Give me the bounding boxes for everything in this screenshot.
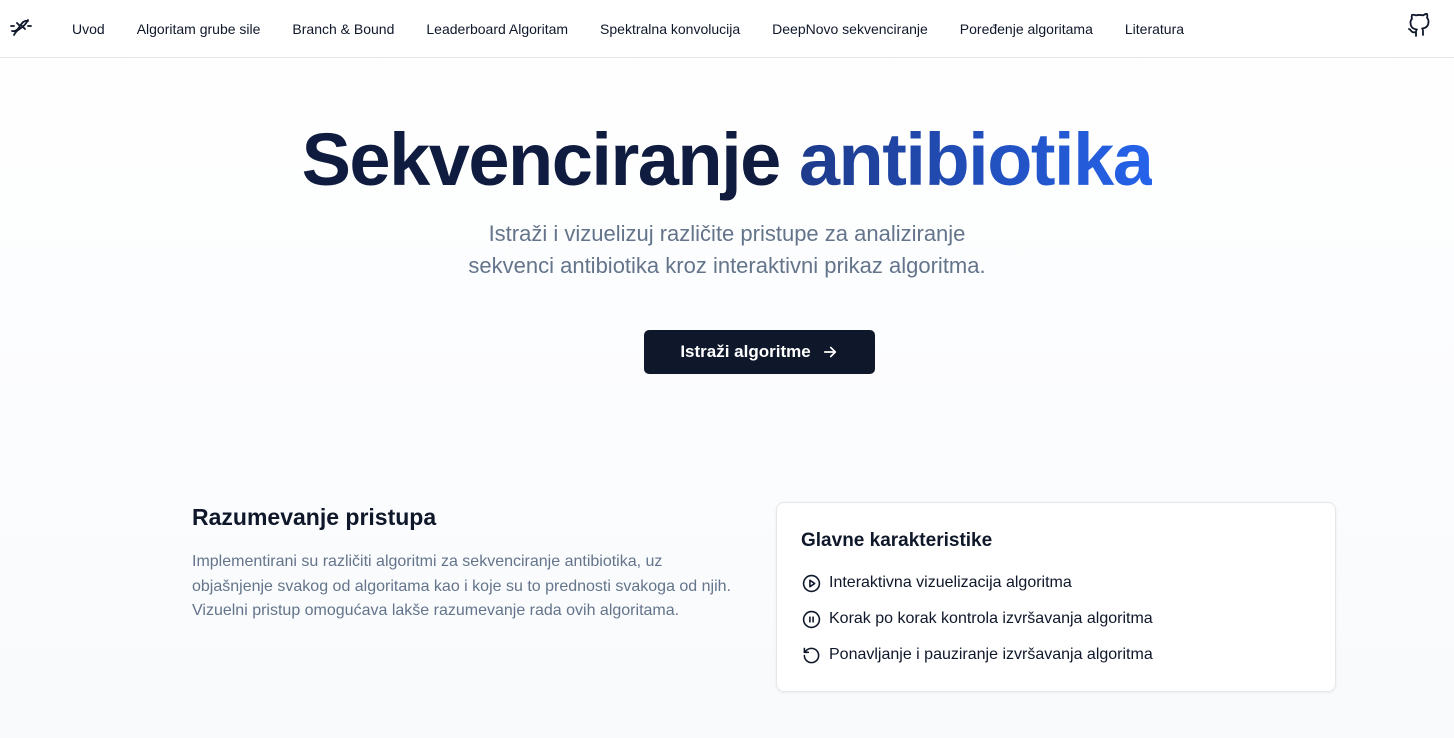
- nav-link-comparison[interactable]: Poređenje algoritama: [944, 0, 1109, 58]
- nav-link-brute-force[interactable]: Algoritam grube sile: [121, 0, 277, 58]
- hero-subtitle-line2: sekvenci antibiotika kroz interaktivni p…: [468, 253, 986, 278]
- feature-label: Interaktivna vizuelizacija algoritma: [829, 574, 1072, 591]
- explore-algorithms-button[interactable]: Istraži algoritme: [644, 330, 875, 374]
- explore-algorithms-label: Istraži algoritme: [680, 342, 811, 361]
- hero-title-part2: antibiotika: [798, 118, 1154, 201]
- nav-link-literature[interactable]: Literatura: [1109, 0, 1200, 58]
- nav-link-deepnovo[interactable]: DeepNovo sekvenciranje: [756, 0, 944, 58]
- feature-item: Interaktivna vizuelizacija algoritma: [801, 572, 1072, 594]
- feature-label: Ponavljanje i pauziranje izvršavanja alg…: [829, 646, 1153, 663]
- feature-item: Korak po korak kontrola izvršavanja algo…: [801, 608, 1153, 630]
- pause-circle-icon: [801, 609, 821, 629]
- nav-link-uvod[interactable]: Uvod: [56, 0, 121, 58]
- feature-label: Korak po korak kontrola izvršavanja algo…: [829, 610, 1153, 627]
- top-navbar: Uvod Algoritam grube sile Branch & Bound…: [0, 0, 1454, 58]
- github-icon[interactable]: [1406, 12, 1432, 38]
- rotate-ccw-icon: [801, 645, 821, 665]
- hero-title-part1: Sekvenciranje: [301, 118, 782, 201]
- feature-item: Ponavljanje i pauziranje izvršavanja alg…: [801, 644, 1153, 666]
- nav-link-leaderboard[interactable]: Leaderboard Algoritam: [410, 0, 584, 58]
- nav-link-spectral-convolution[interactable]: Spektralna konvolucija: [584, 0, 756, 58]
- play-circle-icon: [801, 573, 821, 593]
- hero-title: Sekvenciranje antibiotika: [0, 116, 1454, 204]
- dna-icon[interactable]: [8, 13, 34, 39]
- nav-links: Uvod Algoritam grube sile Branch & Bound…: [56, 0, 1200, 58]
- arrow-right-icon: [821, 343, 839, 361]
- features-title: Glavne karakteristike: [801, 530, 993, 551]
- approach-text: Implementirani su različiti algoritmi za…: [192, 553, 731, 619]
- features-card: Glavne karakteristike Interaktivna vizue…: [776, 502, 1336, 692]
- hero-subtitle: Istraži i vizuelizuj različite pristupe …: [427, 218, 1027, 282]
- hero-subtitle-line1: Istraži i vizuelizuj različite pristupe …: [488, 221, 966, 246]
- nav-link-branch-bound[interactable]: Branch & Bound: [276, 0, 410, 58]
- approach-heading: Razumevanje pristupa: [192, 504, 437, 530]
